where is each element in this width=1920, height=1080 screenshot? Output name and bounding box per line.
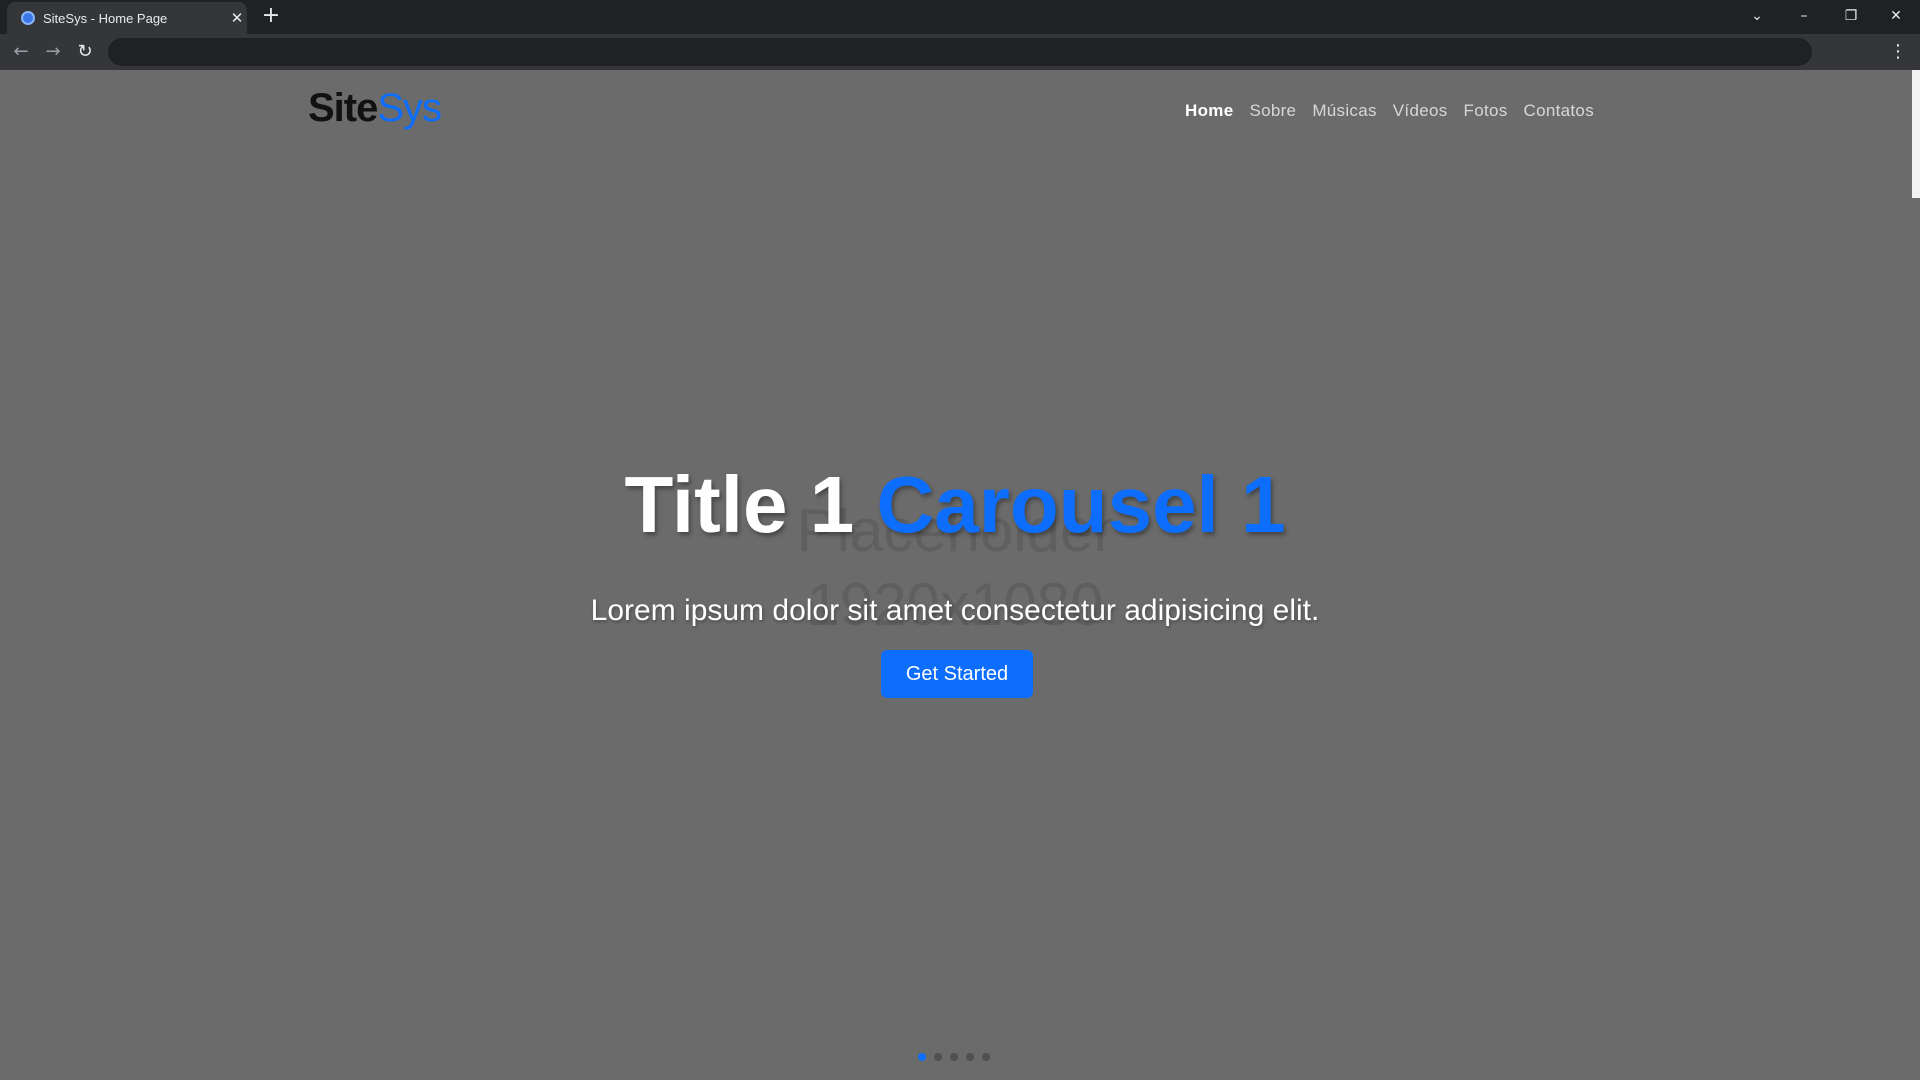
restore-icon[interactable]: ❐ [1836, 4, 1866, 28]
forward-arrow-icon[interactable]: → [41, 40, 65, 64]
browser-tab[interactable]: SiteSys - Home Page ✕ [7, 2, 247, 34]
carousel-indicators [918, 1053, 990, 1061]
carousel-indicator-1[interactable] [918, 1053, 926, 1061]
hero-title-main: Title 1 [624, 460, 877, 549]
address-bar[interactable] [108, 38, 1812, 66]
tab-close-icon[interactable]: ✕ [229, 10, 245, 26]
nav-link-musicas[interactable]: Músicas [1312, 101, 1376, 121]
favicon-icon [21, 11, 35, 25]
tab-title: SiteSys - Home Page [43, 11, 168, 26]
page-viewport: Placeholder 1920x1080 SiteSys Home Sobre… [0, 70, 1920, 1080]
site-logo[interactable]: SiteSys [308, 86, 442, 131]
logo-text-accent: Sys [377, 86, 442, 130]
nav-link-fotos[interactable]: Fotos [1464, 101, 1508, 121]
back-arrow-icon[interactable]: ← [9, 40, 33, 64]
browser-toolbar: ← → ↻ ⋮ [0, 34, 1920, 70]
nav-link-home[interactable]: Home [1185, 101, 1233, 121]
new-tab-icon[interactable]: + [260, 5, 282, 27]
get-started-button[interactable]: Get Started [881, 650, 1033, 698]
reload-icon[interactable]: ↻ [73, 40, 97, 64]
carousel-indicator-3[interactable] [950, 1053, 958, 1061]
carousel-indicator-4[interactable] [966, 1053, 974, 1061]
hero-title-accent: Carousel 1 [876, 460, 1286, 549]
hero-title: Title 1 Carousel 1 [0, 460, 1910, 550]
window-close-icon[interactable]: ✕ [1881, 4, 1911, 28]
browser-menu-icon[interactable]: ⋮ [1886, 40, 1910, 64]
nav-link-sobre[interactable]: Sobre [1249, 101, 1296, 121]
page-scrollbar[interactable] [1912, 70, 1920, 1080]
nav-link-videos[interactable]: Vídeos [1393, 101, 1448, 121]
carousel-indicator-2[interactable] [934, 1053, 942, 1061]
hero-subtitle: Lorem ipsum dolor sit amet consectetur a… [590, 594, 1320, 627]
scrollbar-thumb[interactable] [1912, 70, 1920, 198]
main-nav: Home Sobre Músicas Vídeos Fotos Contatos [1185, 101, 1594, 121]
tab-list-icon[interactable]: ⌄ [1742, 4, 1772, 28]
minimize-icon[interactable]: – [1789, 4, 1819, 28]
browser-tab-strip: SiteSys - Home Page ✕ + ⌄ – ❐ ✕ [0, 0, 1920, 34]
carousel-indicator-5[interactable] [982, 1053, 990, 1061]
nav-link-contatos[interactable]: Contatos [1524, 101, 1594, 121]
logo-text-primary: Site [308, 86, 378, 130]
